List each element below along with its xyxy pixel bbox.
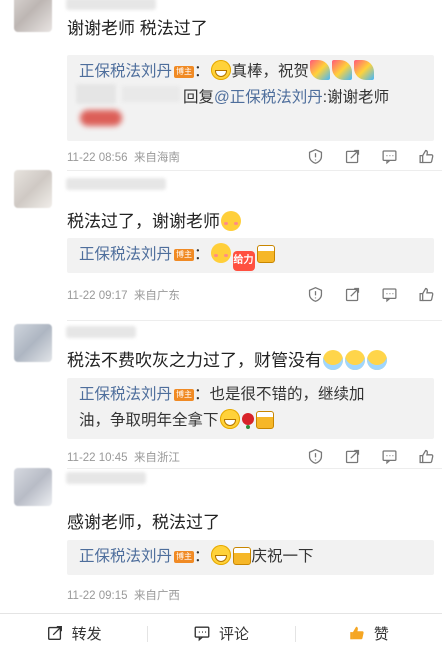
grin-emoji-icon (210, 60, 231, 80)
like-icon (350, 626, 364, 640)
heart-emoji-icon (80, 110, 122, 126)
subreply-text: :谢谢老师 (322, 89, 390, 106)
blogger-badge: 博主 (174, 66, 195, 78)
blush-emoji-icon (221, 211, 241, 231)
like-icon[interactable] (418, 285, 436, 303)
comment-actions (306, 447, 436, 465)
comment-meta: 11-22 09:15 来自广西 (67, 587, 180, 603)
beer-emoji-icon (256, 245, 275, 263)
bottom-action-bar: 转发 评论 赞 (0, 613, 442, 652)
comment-time: 11-22 09:17 (67, 290, 128, 302)
avatar[interactable] (14, 170, 52, 208)
beer-emoji-icon (255, 411, 274, 429)
divider (67, 320, 442, 321)
reply-text: 油，争取明年全拿下 (79, 412, 219, 429)
avatar[interactable] (14, 468, 52, 506)
share-icon[interactable] (343, 447, 361, 465)
reply-box[interactable]: 正保税法刘丹 博主：庆祝一下 (67, 540, 434, 575)
party-emoji-icon (332, 60, 353, 80)
blogger-name[interactable]: 正保税法刘丹 (79, 246, 172, 263)
avatar[interactable] (14, 324, 52, 362)
cry-emoji-icon (367, 350, 387, 370)
comment-location: 来自海南 (133, 152, 180, 164)
rose-emoji-icon (241, 413, 254, 425)
like-icon[interactable] (418, 447, 436, 465)
comment-time: 11-22 09:15 (67, 590, 128, 602)
cry-emoji-icon (323, 350, 343, 370)
comment-icon[interactable] (381, 447, 399, 465)
username[interactable] (66, 0, 156, 10)
divider (67, 468, 442, 469)
blogger-badge: 博主 (174, 389, 195, 401)
comment-meta: 11-22 09:17 来自广东 (67, 287, 180, 303)
grin-emoji-icon (219, 409, 240, 429)
grin-emoji-icon (210, 545, 231, 565)
cry-emoji-icon (345, 350, 365, 370)
reply-text: 庆祝一下 (251, 548, 314, 565)
reply-text: 也是很不错的，继续加 (209, 386, 365, 403)
party-emoji-icon (354, 60, 375, 80)
comment-time: 11-22 10:45 (67, 452, 128, 464)
comment-text: 谢谢老师 税法过了 (67, 19, 208, 38)
comment-location: 来自广西 (133, 590, 180, 602)
blogger-name[interactable]: 正保税法刘丹 (79, 386, 172, 403)
reply-box[interactable]: 正保税法刘丹 博主 ：也是很不错的，继续加 油，争取明年全拿下 (67, 378, 434, 439)
comment-text: 税法过了，谢谢老师 (67, 207, 242, 232)
comment-body: 税法不费吹灰之力过了，财管没有 (67, 351, 322, 370)
comment-location: 来自浙江 (133, 452, 180, 464)
comment-icon[interactable] (381, 285, 399, 303)
subreply-prefix: 回复 (183, 89, 215, 106)
surprised-emoji-icon (210, 243, 231, 263)
repost-label: 转发 (71, 625, 102, 643)
reply-username (122, 86, 180, 102)
comment-icon[interactable] (381, 147, 399, 165)
reply-line: 正保税法刘丹 博主：真棒，祝贺 (79, 59, 422, 85)
reply-line: 正保税法刘丹 博主 ：也是很不错的，继续加 (79, 386, 365, 403)
report-icon[interactable] (306, 285, 324, 303)
avatar[interactable] (14, 0, 52, 32)
reply-avatar (76, 84, 116, 104)
report-icon[interactable] (306, 447, 324, 465)
like-label: 赞 (373, 625, 389, 643)
comment-meta: 11-22 08:56 来自海南 (67, 149, 180, 165)
subreply-mention[interactable]: @正保税法刘丹 (214, 89, 323, 106)
comment-label: 评论 (218, 625, 249, 643)
beer-emoji-icon (232, 547, 251, 565)
comment-text: 税法不费吹灰之力过了，财管没有 (67, 346, 388, 371)
comment-actions (306, 285, 436, 303)
comment-actions (306, 147, 436, 165)
username[interactable] (66, 472, 146, 484)
comment-body: 税法过了，谢谢老师 (67, 212, 220, 231)
like-icon[interactable] (418, 147, 436, 165)
comment-text: 感谢老师，税法过了 (67, 513, 220, 532)
comment-time: 11-22 08:56 (67, 152, 128, 164)
share-icon[interactable] (343, 147, 361, 165)
party-emoji-icon (310, 60, 331, 80)
divider (67, 170, 442, 171)
repost-icon (47, 626, 62, 640)
reply-text: 真棒，祝贺 (231, 63, 310, 80)
reply-line: 油，争取明年全拿下 (79, 408, 422, 434)
blogger-badge: 博主 (174, 249, 195, 261)
repost-button[interactable]: 转发 (0, 614, 147, 652)
username[interactable] (66, 326, 136, 338)
comment-button[interactable]: 评论 (147, 614, 294, 652)
comment-location: 来自广东 (133, 290, 180, 302)
like-button[interactable]: 赞 (294, 614, 442, 652)
blogger-badge: 博主 (174, 551, 195, 563)
comment-icon (194, 626, 210, 642)
share-icon[interactable] (343, 285, 361, 303)
blogger-name[interactable]: 正保税法刘丹 (79, 63, 172, 80)
comment-meta: 11-22 10:45 来自浙江 (67, 449, 180, 465)
reply-box[interactable]: 正保税法刘丹 博主：给力 (67, 238, 434, 273)
blogger-name[interactable]: 正保税法刘丹 (79, 548, 172, 565)
report-icon[interactable] (306, 147, 324, 165)
jiayou-emoji-icon: 给力 (232, 251, 255, 271)
username[interactable] (66, 178, 166, 190)
